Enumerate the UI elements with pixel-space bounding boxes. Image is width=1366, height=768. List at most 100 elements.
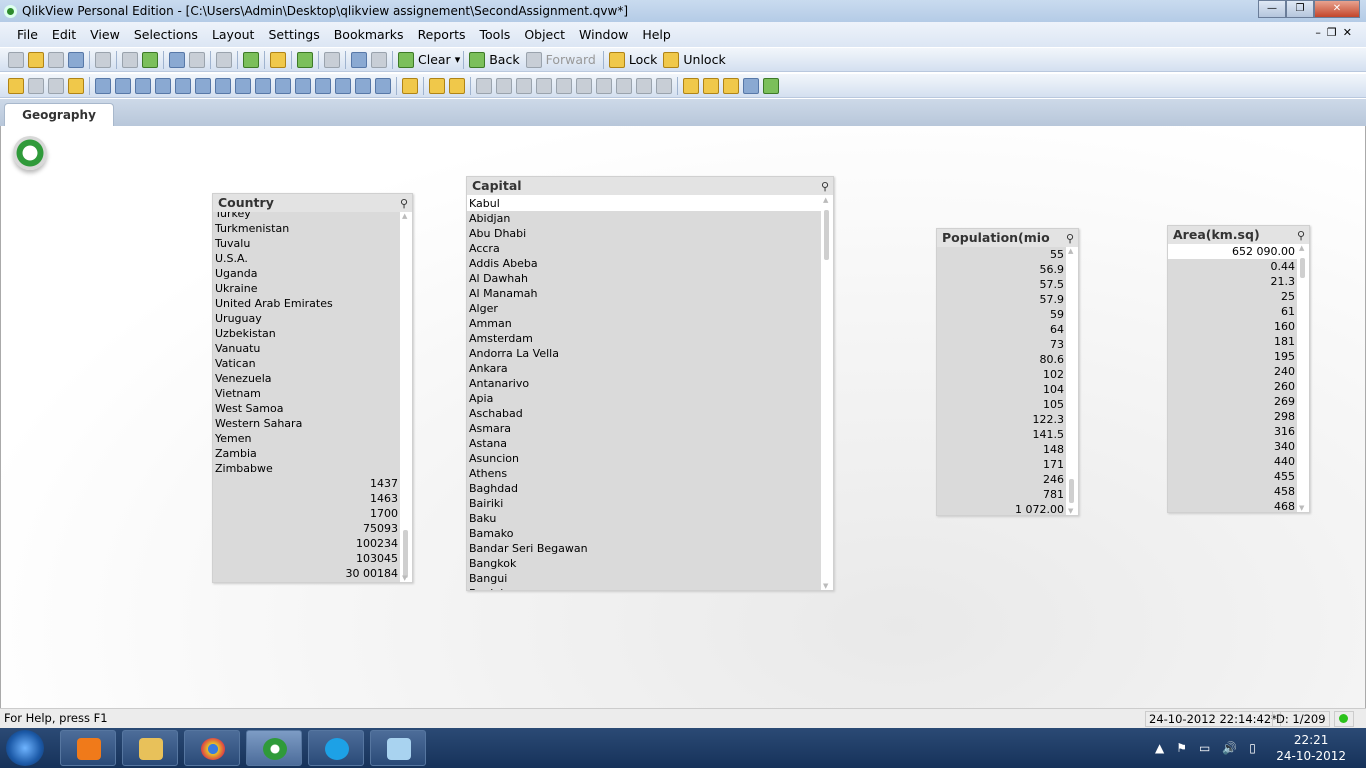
edit-script-icon[interactable] [122,51,138,68]
list-item[interactable]: 246 [937,472,1066,487]
list-item[interactable]: Amsterdam [467,331,821,346]
list-item[interactable]: Abu Dhabi [467,226,821,241]
list-item[interactable]: Tuvalu [213,236,400,251]
list-item[interactable]: 1437 [213,476,400,491]
list-item[interactable]: 75093 [213,521,400,536]
menu-window[interactable]: Window [572,27,635,42]
edit-module-icon[interactable] [723,77,739,94]
custom-object-icon[interactable] [375,77,391,94]
menu-reports[interactable]: Reports [411,27,473,42]
current-selections-box-icon[interactable] [215,77,231,94]
taskbar-qlikview[interactable] [246,730,302,766]
list-item[interactable]: 141.5 [937,427,1066,442]
chart-icon[interactable] [175,77,191,94]
menu-edit[interactable]: Edit [45,27,83,42]
list-item[interactable]: 73 [937,337,1066,352]
statistics-box-icon[interactable] [115,77,131,94]
menu-object[interactable]: Object [517,27,572,42]
country-listbox[interactable]: Country ⚲ Turkey Turkmenistan Tuvalu U.S.A. U… [212,193,413,583]
space-vertical-icon[interactable] [596,77,612,94]
align-right-icon[interactable] [516,77,532,94]
snap-icon[interactable] [449,77,465,94]
list-item[interactable]: 181 [1168,334,1297,349]
selected-list-item[interactable]: 652 090.00 [1168,244,1297,259]
adjust-top-icon[interactable] [656,77,672,94]
close-button[interactable]: ✕ [1314,0,1360,18]
search-icon[interactable]: ⚲ [1066,230,1074,248]
list-item[interactable]: 102 [937,367,1066,382]
list-item[interactable]: U.S.A. [213,251,400,266]
line-arrow-icon[interactable] [275,77,291,94]
adjust-left-icon[interactable] [636,77,652,94]
list-item[interactable]: Antanarivo [467,376,821,391]
list-item[interactable]: Bamako [467,526,821,541]
list-item[interactable]: Zimbabwe [213,461,400,476]
print-icon[interactable] [95,51,111,68]
menu-bookmarks[interactable]: Bookmarks [327,27,411,42]
list-item[interactable]: 195 [1168,349,1297,364]
list-item[interactable]: Abidjan [467,211,821,226]
list-item[interactable]: Al Manamah [467,286,821,301]
list-item[interactable]: 57.5 [937,277,1066,292]
minimize-button[interactable]: — [1258,0,1286,18]
redo-icon[interactable] [189,51,205,68]
list-item[interactable]: Astana [467,436,821,451]
list-item[interactable]: 64 [937,322,1066,337]
list-item[interactable]: 340 [1168,439,1297,454]
population-listbox[interactable]: Population(mio ⚲ 55 56.9 57.5 57.9 59 64 73 80.6… [936,228,1079,516]
list-item[interactable]: Venezuela [213,371,400,386]
clear-icon[interactable] [398,51,414,68]
list-item[interactable]: Vatican [213,356,400,371]
list-item[interactable]: 269 [1168,394,1297,409]
list-item[interactable]: Ankara [467,361,821,376]
promote-sheet-icon[interactable] [28,77,44,94]
unlock-icon[interactable] [663,51,680,68]
list-item[interactable]: Al Dawhah [467,271,821,286]
search-icon[interactable] [216,51,232,68]
list-item[interactable]: 57.9 [937,292,1066,307]
list-item[interactable]: Asmara [467,421,821,436]
unlock-button[interactable]: Unlock [683,52,725,67]
list-item[interactable]: Baku [467,511,821,526]
list-item[interactable]: 104 [937,382,1066,397]
list-item[interactable]: 781 [937,487,1066,502]
taskbar-notepad[interactable] [370,730,426,766]
list-item[interactable]: Western Sahara [213,416,400,431]
list-item[interactable]: Alger [467,301,821,316]
new-sheet-icon[interactable] [8,77,24,94]
list-item[interactable]: 316 [1168,424,1297,439]
space-horizontal-icon[interactable] [616,77,632,94]
input-box-icon[interactable] [195,77,211,94]
list-box-icon[interactable] [95,77,111,94]
bookmark-star-icon[interactable] [297,51,313,68]
list-item[interactable]: Athens [467,466,821,481]
list-item[interactable]: Asuncion [467,451,821,466]
list-item[interactable]: Turkmenistan [213,221,400,236]
list-item[interactable]: 148 [937,442,1066,457]
list-item[interactable]: Zambia [213,446,400,461]
search-icon[interactable]: ⚲ [400,195,408,213]
list-item[interactable]: Yemen [213,431,400,446]
search-icon[interactable]: ⚲ [821,178,829,196]
list-item[interactable]: 458 [1168,484,1297,499]
clear-dropdown-icon[interactable]: ▾ [455,53,461,66]
menu-view[interactable]: View [83,27,127,42]
system-tray-icons[interactable]: ▲⚑▭🔊▯ [1155,741,1268,755]
menu-tools[interactable]: Tools [473,27,518,42]
slider-icon[interactable] [295,77,311,94]
document-properties-icon[interactable] [703,77,719,94]
list-item[interactable]: Uruguay [213,311,400,326]
start-button[interactable] [6,730,44,766]
system-clock[interactable]: 22:21 24-10-2012 [1276,732,1346,764]
add-sheet-object-icon[interactable] [763,77,779,94]
list-item[interactable]: Bangkok [467,556,821,571]
list-item[interactable]: 440 [1168,454,1297,469]
new-icon[interactable] [8,51,24,68]
context-help-icon[interactable] [371,51,387,68]
open-icon[interactable] [28,51,44,68]
list-item[interactable]: 30 00184 [213,566,400,581]
lock-button[interactable]: Lock [629,52,658,67]
forward-button[interactable]: Forward [546,52,596,67]
list-item[interactable]: 122.3 [937,412,1066,427]
undo-icon[interactable] [169,51,185,68]
